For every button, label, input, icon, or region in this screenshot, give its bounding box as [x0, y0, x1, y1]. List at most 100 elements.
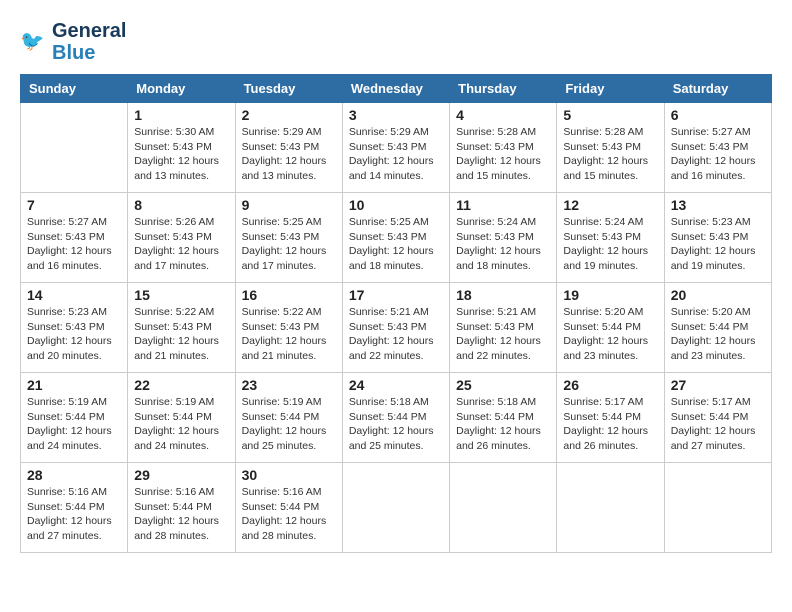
calendar-cell: 7Sunrise: 5:27 AM Sunset: 5:43 PM Daylig…: [21, 193, 128, 283]
calendar-cell: 29 Sunrise: 5:16 AM Sunset: 5:44 PM Dayli…: [128, 463, 235, 553]
day-info: Sunrise: 5:19 AM Sunset: 5:44 PM Dayligh…: [134, 395, 228, 454]
day-info: Sunrise: 5:16 AM Sunset: 5:44 PM Dayligh…: [242, 485, 336, 544]
day-header-saturday: Saturday: [664, 75, 771, 103]
calendar-cell: 15Sunrise: 5:22 AM Sunset: 5:43 PM Dayli…: [128, 283, 235, 373]
calendar-cell: 6Sunrise: 5:27 AM Sunset: 5:43 PM Daylig…: [664, 103, 771, 193]
day-info: Sunrise: 5:16 AM Sunset: 5:44 PM Dayligh…: [134, 485, 228, 544]
day-info: Sunrise: 5:26 AM Sunset: 5:43 PM Dayligh…: [134, 215, 228, 274]
calendar-cell: 2 Sunrise: 5:29 AM Sunset: 5:43 PM Daylig…: [235, 103, 342, 193]
day-number: 16: [242, 287, 336, 303]
calendar-cell: 25Sunrise: 5:18 AM Sunset: 5:44 PM Dayli…: [450, 373, 557, 463]
calendar-cell: 12Sunrise: 5:24 AM Sunset: 5:43 PM Dayli…: [557, 193, 664, 283]
calendar-table: SundayMondayTuesdayWednesdayThursdayFrid…: [20, 74, 772, 553]
calendar-cell: 3 Sunrise: 5:29 AM Sunset: 5:43 PM Daylig…: [342, 103, 449, 193]
calendar-cell: 19 Sunrise: 5:20 AM Sunset: 5:44 PM Dayli…: [557, 283, 664, 373]
week-row-1: 1Sunrise: 5:30 AM Sunset: 5:43 PM Daylig…: [21, 103, 772, 193]
day-number: 3: [349, 107, 443, 123]
day-info: Sunrise: 5:17 AM Sunset: 5:44 PM Dayligh…: [563, 395, 657, 454]
calendar-cell: 20 Sunrise: 5:20 AM Sunset: 5:44 PM Dayli…: [664, 283, 771, 373]
day-info: Sunrise: 5:20 AM Sunset: 5:44 PM Dayligh…: [671, 305, 765, 364]
calendar-cell: 14 Sunrise: 5:23 AM Sunset: 5:43 PM Dayli…: [21, 283, 128, 373]
day-info: Sunrise: 5:17 AM Sunset: 5:44 PM Dayligh…: [671, 395, 765, 454]
day-header-tuesday: Tuesday: [235, 75, 342, 103]
day-info: Sunrise: 5:28 AM Sunset: 5:43 PM Dayligh…: [563, 125, 657, 184]
calendar-cell: 11 Sunrise: 5:24 AM Sunset: 5:43 PM Dayli…: [450, 193, 557, 283]
day-number: 6: [671, 107, 765, 123]
day-number: 29: [134, 467, 228, 483]
day-number: 30: [242, 467, 336, 483]
day-number: 25: [456, 377, 550, 393]
calendar-cell: 13 Sunrise: 5:23 AM Sunset: 5:43 PM Dayli…: [664, 193, 771, 283]
day-info: Sunrise: 5:24 AM Sunset: 5:43 PM Dayligh…: [456, 215, 550, 274]
day-number: 20: [671, 287, 765, 303]
day-info: Sunrise: 5:21 AM Sunset: 5:43 PM Dayligh…: [456, 305, 550, 364]
day-info: Sunrise: 5:22 AM Sunset: 5:43 PM Dayligh…: [242, 305, 336, 364]
day-header-sunday: Sunday: [21, 75, 128, 103]
day-number: 8: [134, 197, 228, 213]
calendar-cell: 23Sunrise: 5:19 AM Sunset: 5:44 PM Dayli…: [235, 373, 342, 463]
day-info: Sunrise: 5:16 AM Sunset: 5:44 PM Dayligh…: [27, 485, 121, 544]
calendar-cell: 17Sunrise: 5:21 AM Sunset: 5:43 PM Dayli…: [342, 283, 449, 373]
day-number: 14: [27, 287, 121, 303]
day-number: 13: [671, 197, 765, 213]
calendar-cell: 22 Sunrise: 5:19 AM Sunset: 5:44 PM Dayli…: [128, 373, 235, 463]
week-row-4: 21Sunrise: 5:19 AM Sunset: 5:44 PM Dayli…: [21, 373, 772, 463]
day-info: Sunrise: 5:25 AM Sunset: 5:43 PM Dayligh…: [349, 215, 443, 274]
day-number: 12: [563, 197, 657, 213]
calendar-cell: 27 Sunrise: 5:17 AM Sunset: 5:44 PM Dayli…: [664, 373, 771, 463]
week-row-5: 28 Sunrise: 5:16 AM Sunset: 5:44 PM Dayli…: [21, 463, 772, 553]
calendar-header-row: SundayMondayTuesdayWednesdayThursdayFrid…: [21, 75, 772, 103]
calendar-cell: 24 Sunrise: 5:18 AM Sunset: 5:44 PM Dayli…: [342, 373, 449, 463]
day-number: 27: [671, 377, 765, 393]
logo-text-block: General Blue: [52, 20, 126, 64]
calendar-cell: [21, 103, 128, 193]
day-info: Sunrise: 5:22 AM Sunset: 5:43 PM Dayligh…: [134, 305, 228, 364]
logo-line1: General: [52, 20, 126, 42]
calendar-cell: [664, 463, 771, 553]
day-number: 4: [456, 107, 550, 123]
day-info: Sunrise: 5:25 AM Sunset: 5:43 PM Dayligh…: [242, 215, 336, 274]
calendar-cell: 18 Sunrise: 5:21 AM Sunset: 5:43 PM Dayli…: [450, 283, 557, 373]
day-number: 19: [563, 287, 657, 303]
calendar-cell: 21Sunrise: 5:19 AM Sunset: 5:44 PM Dayli…: [21, 373, 128, 463]
calendar-cell: [557, 463, 664, 553]
calendar-cell: 9 Sunrise: 5:25 AM Sunset: 5:43 PM Daylig…: [235, 193, 342, 283]
day-info: Sunrise: 5:30 AM Sunset: 5:43 PM Dayligh…: [134, 125, 228, 184]
svg-text:🐦: 🐦: [20, 31, 44, 53]
day-number: 11: [456, 197, 550, 213]
day-info: Sunrise: 5:20 AM Sunset: 5:44 PM Dayligh…: [563, 305, 657, 364]
day-number: 17: [349, 287, 443, 303]
day-info: Sunrise: 5:23 AM Sunset: 5:43 PM Dayligh…: [27, 305, 121, 364]
day-info: Sunrise: 5:28 AM Sunset: 5:43 PM Dayligh…: [456, 125, 550, 184]
week-row-3: 14 Sunrise: 5:23 AM Sunset: 5:43 PM Dayli…: [21, 283, 772, 373]
day-header-monday: Monday: [128, 75, 235, 103]
day-number: 18: [456, 287, 550, 303]
calendar-cell: [450, 463, 557, 553]
day-number: 2: [242, 107, 336, 123]
calendar-cell: 10 Sunrise: 5:25 AM Sunset: 5:43 PM Dayli…: [342, 193, 449, 283]
day-info: Sunrise: 5:23 AM Sunset: 5:43 PM Dayligh…: [671, 215, 765, 274]
calendar-cell: 26Sunrise: 5:17 AM Sunset: 5:44 PM Dayli…: [557, 373, 664, 463]
day-info: Sunrise: 5:29 AM Sunset: 5:43 PM Dayligh…: [349, 125, 443, 184]
week-row-2: 7Sunrise: 5:27 AM Sunset: 5:43 PM Daylig…: [21, 193, 772, 283]
day-number: 22: [134, 377, 228, 393]
calendar-cell: 8 Sunrise: 5:26 AM Sunset: 5:43 PM Daylig…: [128, 193, 235, 283]
logo-line2: Blue: [52, 42, 95, 64]
day-header-friday: Friday: [557, 75, 664, 103]
calendar-cell: 5 Sunrise: 5:28 AM Sunset: 5:43 PM Daylig…: [557, 103, 664, 193]
day-number: 23: [242, 377, 336, 393]
day-info: Sunrise: 5:18 AM Sunset: 5:44 PM Dayligh…: [349, 395, 443, 454]
calendar-cell: [342, 463, 449, 553]
day-info: Sunrise: 5:27 AM Sunset: 5:43 PM Dayligh…: [27, 215, 121, 274]
calendar-cell: 28 Sunrise: 5:16 AM Sunset: 5:44 PM Dayli…: [21, 463, 128, 553]
day-number: 28: [27, 467, 121, 483]
day-number: 10: [349, 197, 443, 213]
day-number: 5: [563, 107, 657, 123]
logo-icon: 🐦: [20, 28, 48, 56]
day-info: Sunrise: 5:29 AM Sunset: 5:43 PM Dayligh…: [242, 125, 336, 184]
page-header: 🐦 General Blue: [20, 20, 772, 64]
day-number: 9: [242, 197, 336, 213]
day-number: 24: [349, 377, 443, 393]
calendar-cell: 1Sunrise: 5:30 AM Sunset: 5:43 PM Daylig…: [128, 103, 235, 193]
calendar-cell: 16 Sunrise: 5:22 AM Sunset: 5:43 PM Dayli…: [235, 283, 342, 373]
